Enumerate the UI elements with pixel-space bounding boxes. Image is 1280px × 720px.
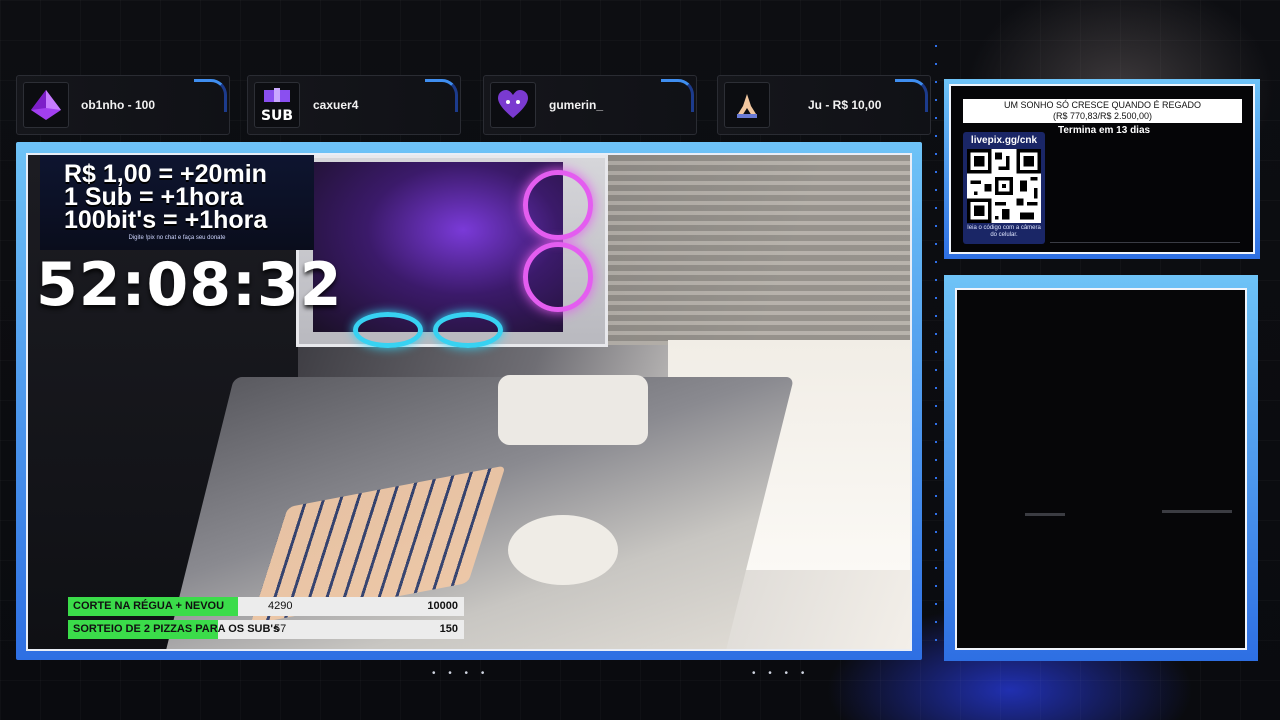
livepix-url: livepix.gg/cnk	[970, 135, 1038, 146]
goal-target: 150	[439, 623, 458, 635]
panel-divider	[1025, 513, 1065, 516]
goal-target: 10000	[427, 600, 458, 612]
rgb-fan	[523, 242, 593, 312]
alert-name: caxuer4	[313, 98, 359, 112]
window-blinds	[606, 155, 910, 345]
secondary-panel	[955, 288, 1247, 650]
purple-gem-icon	[23, 82, 69, 128]
qr-hint: Ieia o código com a câmera do celular.	[967, 225, 1041, 238]
donation-divider	[1050, 242, 1240, 247]
alert-name: ob1nho - 100	[81, 98, 156, 112]
goal-bar-1: CORTE NA RÉGUA + NEVOU 4290 10000	[68, 597, 464, 616]
rgb-fan	[433, 312, 503, 348]
goal-bar-2: SORTEIO DE 2 PIZZAS PARA OS SUB's 57 150	[68, 620, 464, 639]
donation-title: UM SONHO SÓ CRESCE QUANDO É REGADO	[1003, 100, 1202, 110]
decor-dots: • • • •	[752, 668, 810, 679]
pc-case	[296, 155, 608, 348]
alert-name: Ju - R$ 10,00	[808, 98, 882, 112]
panel-divider	[1162, 510, 1232, 513]
donation-amount: (R$ 770,83/R$ 2.500,00)	[1052, 111, 1153, 121]
microphone	[498, 375, 648, 445]
livepix-qr: livepix.gg/cnk Ieia o código com a câmer…	[963, 132, 1045, 244]
purple-heart-icon	[490, 82, 536, 128]
sub-gift-icon: SUB	[254, 82, 300, 128]
qr-code-icon	[967, 149, 1041, 223]
alert-card-4: Ju - R$ 10,00	[717, 75, 931, 135]
svg-text:SUB: SUB	[261, 108, 293, 124]
pc-interior	[313, 162, 593, 348]
rule-line: 100bit's = +1hora	[64, 206, 268, 234]
decor-dots: • • • •	[432, 668, 490, 679]
rgb-fan	[353, 312, 423, 348]
goal-current: 4290	[268, 600, 293, 612]
alert-card-3: gumerin_	[483, 75, 697, 135]
goal-label: SORTEIO DE 2 PIZZAS PARA OS SUB's	[73, 623, 280, 635]
subathon-timer: 52:08:32	[36, 250, 343, 320]
alert-card-2: SUB caxuer4	[247, 75, 461, 135]
alert-name: gumerin_	[549, 98, 604, 112]
praying-hands-icon	[724, 82, 770, 128]
alert-card-1: ob1nho - 100	[16, 75, 230, 135]
rgb-fan	[523, 170, 593, 240]
goal-label: CORTE NA RÉGUA + NEVOU	[73, 600, 225, 612]
donation-goal: UM SONHO SÓ CRESCE QUANDO É REGADO (R$ 7…	[963, 99, 1242, 123]
subathon-rules: R$ 1,00 = +20min 1 Sub = +1hora 100bit's…	[40, 155, 314, 250]
goal-current: 57	[274, 623, 287, 635]
charging-puck	[508, 515, 618, 585]
pix-hint: Digite !pix no chat e faça seu donate	[128, 235, 226, 241]
divider-dots	[935, 45, 937, 655]
donation-ends: Termina em 13 dias	[1058, 125, 1151, 136]
